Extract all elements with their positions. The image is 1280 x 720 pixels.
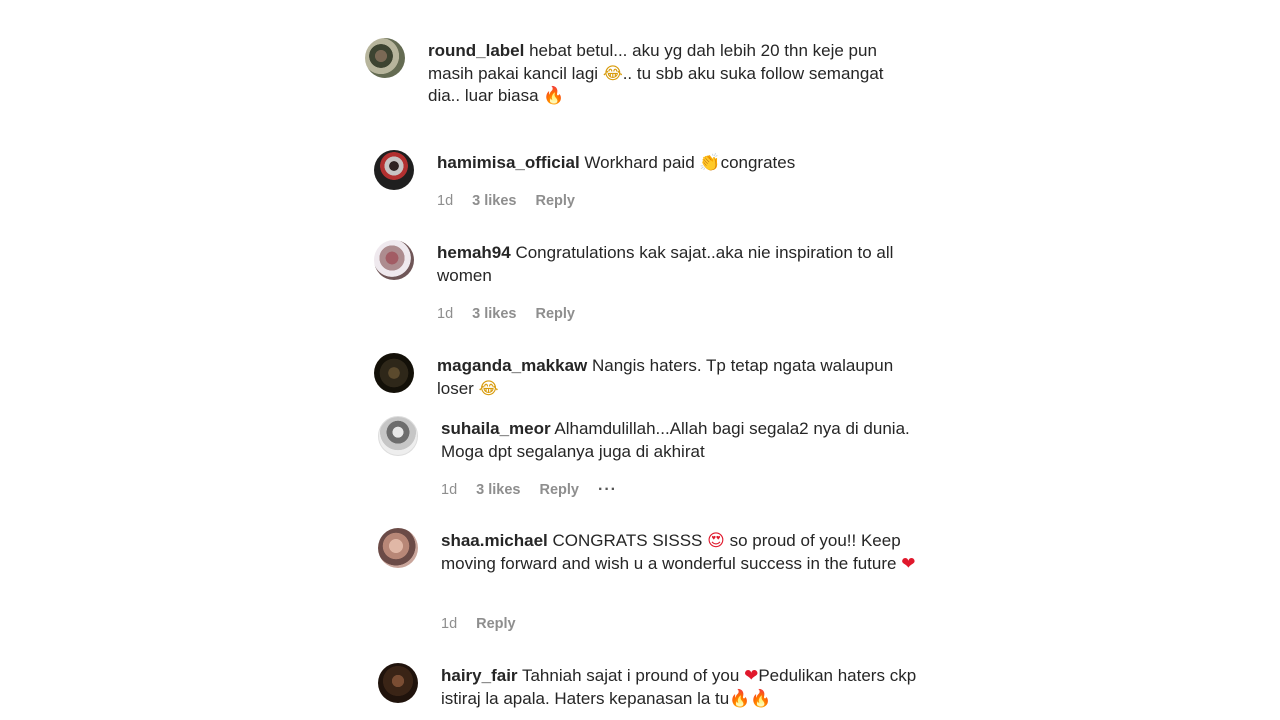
- reply-button[interactable]: Reply: [535, 193, 575, 209]
- avatar[interactable]: [378, 416, 418, 456]
- heart-emoji-icon: ❤: [744, 666, 759, 686]
- comments-feed: round_label hebat betul... aku yg dah le…: [0, 0, 1280, 720]
- comment-time: 1d: [437, 306, 454, 322]
- comment-meta: 1d 3 likes Reply ···: [441, 481, 636, 499]
- comment-text: Workhard paid: [584, 153, 695, 172]
- fire-emoji-icon: 🔥: [750, 688, 772, 709]
- comment-item: suhaila_meor Alhamdulillah...Allah bagi …: [378, 416, 938, 463]
- likes-count[interactable]: 3 likes: [472, 193, 516, 209]
- avatar[interactable]: [374, 353, 414, 393]
- more-options-icon[interactable]: ···: [598, 481, 617, 499]
- comment-body: hemah94 Congratulations kak sajat..aka n…: [437, 242, 917, 287]
- comment-body: hairy_fair Tahniah sajat i pround of you…: [441, 665, 921, 710]
- likes-count[interactable]: 3 likes: [476, 482, 520, 498]
- comment-time: 1d: [441, 616, 458, 632]
- comment-body: shaa.michael CONGRATS SISSS 😍 so proud o…: [441, 530, 921, 575]
- comment-body: maganda_makkaw Nangis haters. Tp tetap n…: [437, 355, 917, 400]
- avatar[interactable]: [374, 150, 414, 190]
- username[interactable]: shaa.michael: [441, 531, 548, 550]
- comment-text: Tahniah sajat i pround of you: [521, 666, 740, 685]
- comment-item: shaa.michael CONGRATS SISSS 😍 so proud o…: [378, 528, 938, 575]
- heart-emoji-icon: ❤: [901, 553, 916, 574]
- avatar[interactable]: [378, 528, 418, 568]
- reply-button[interactable]: Reply: [535, 306, 575, 322]
- laughing-emoji-icon: 😂: [602, 63, 623, 84]
- comment-meta: 1d 3 likes Reply: [437, 193, 594, 209]
- comment-meta: 1d Reply: [441, 616, 535, 632]
- reply-button[interactable]: Reply: [539, 482, 579, 498]
- avatar[interactable]: [378, 663, 418, 703]
- laughing-emoji-icon: 😂: [478, 378, 499, 399]
- comment-text-continued: congrates: [720, 153, 796, 172]
- comment-text: CONGRATS SISSS: [552, 531, 703, 550]
- username[interactable]: hamimisa_official: [437, 153, 580, 172]
- comment-item: maganda_makkaw Nangis haters. Tp tetap n…: [374, 353, 934, 400]
- username[interactable]: suhaila_meor: [441, 419, 551, 438]
- username[interactable]: round_label: [428, 41, 524, 60]
- username[interactable]: hemah94: [437, 243, 511, 262]
- username[interactable]: maganda_makkaw: [437, 356, 587, 375]
- comment-item: hairy_fair Tahniah sajat i pround of you…: [378, 663, 938, 710]
- fire-emoji-icon: 🔥: [543, 86, 565, 106]
- comment-body: hamimisa_official Workhard paid 👏congrat…: [437, 152, 917, 175]
- reply-button[interactable]: Reply: [476, 616, 516, 632]
- likes-count[interactable]: 3 likes: [472, 306, 516, 322]
- clapping-hands-emoji-icon: 👏: [699, 153, 721, 173]
- heart-eyes-emoji-icon: 😍: [707, 531, 725, 551]
- comment-item: round_label hebat betul... aku yg dah le…: [365, 38, 925, 108]
- fire-emoji-icon: 🔥: [729, 688, 751, 709]
- comment-item: hamimisa_official Workhard paid 👏congrat…: [374, 150, 934, 190]
- username[interactable]: hairy_fair: [441, 666, 518, 685]
- comment-time: 1d: [437, 193, 454, 209]
- avatar[interactable]: [365, 38, 405, 78]
- comment-meta: 1d 3 likes Reply: [437, 306, 594, 322]
- comment-item: hemah94 Congratulations kak sajat..aka n…: [374, 240, 934, 287]
- comment-body: round_label hebat betul... aku yg dah le…: [428, 40, 908, 108]
- avatar[interactable]: [374, 240, 414, 280]
- comment-time: 1d: [441, 482, 458, 498]
- comment-body: suhaila_meor Alhamdulillah...Allah bagi …: [441, 418, 921, 463]
